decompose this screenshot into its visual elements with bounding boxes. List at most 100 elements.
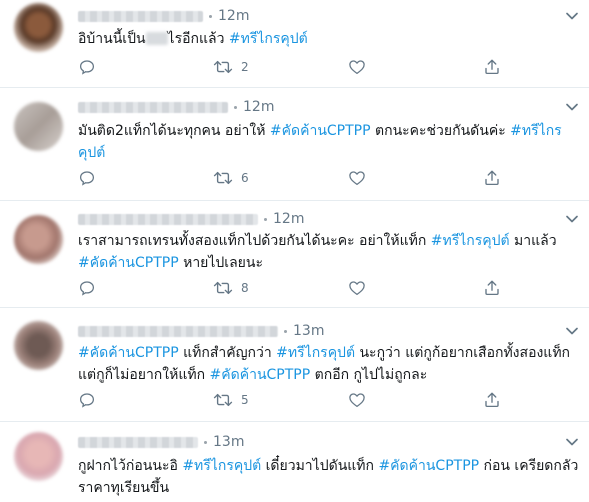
separator-dot (209, 14, 212, 18)
text-segment: ก่อน เครียดกลัว (479, 458, 579, 474)
retweet-icon (213, 169, 233, 187)
avatar[interactable] (14, 321, 63, 370)
tweet[interactable]: 12m อิบ้านนี้เป็น ไรอีกแล้ว #ทรีไกรคุปต์ 2 (0, 0, 589, 88)
like-icon (348, 279, 366, 297)
retweet-button[interactable]: 8 (213, 278, 249, 298)
text-segment: กูฝากไว้ก่อนนะอิ (78, 458, 183, 474)
tweet-text-line: #คัดค้านCPTPP แท็กสำคัญกว่า #ทรีไกรคุปต์… (78, 342, 578, 364)
tweet-time[interactable]: 13m (293, 323, 324, 339)
tweet-time[interactable]: 12m (273, 211, 304, 227)
tweet-actions: 5 (78, 390, 508, 410)
like-button[interactable] (348, 390, 366, 410)
text-segment: ตกอีก กูไปไม่ถูกละ (310, 367, 428, 383)
avatar[interactable] (14, 102, 63, 151)
tweet-text: #คัดค้านCPTPP แท็กสำคัญกว่า #ทรีไกรคุปต์… (78, 342, 578, 386)
redacted-author-name[interactable] (78, 325, 278, 337)
chevron-down-icon[interactable] (565, 100, 579, 114)
retweet-button[interactable]: 5 (213, 390, 249, 410)
tweet[interactable]: 13m กูฝากไว้ก่อนนะอิ #ทรีไกรคุปต์ เดี๋ยวม… (0, 422, 589, 502)
tweet-text-line: มันติด2แท็กได้นะทุกคน อย่าให้ #คัดค้านCP… (78, 120, 578, 142)
tweet[interactable]: 12m เราสามารถเทรนทั้งสองแท็กไปด้วยกันได้น… (0, 201, 589, 308)
tweet-actions: 2 (78, 57, 508, 77)
tweet-time[interactable]: 12m (218, 8, 249, 24)
redacted-author-name[interactable] (78, 10, 203, 22)
chevron-down-icon[interactable] (565, 9, 579, 23)
redacted-author-name[interactable] (78, 101, 228, 113)
share-button[interactable] (483, 278, 501, 298)
hashtag-link[interactable]: #คัดค้านCPTPP (78, 345, 179, 361)
avatar[interactable] (14, 215, 63, 264)
tweet-time[interactable]: 13m (213, 434, 244, 450)
hashtag-link[interactable]: #ทรีไกรคุปต์ (182, 458, 261, 474)
avatar[interactable] (14, 432, 63, 481)
text-segment: เราสามารถเทรนทั้งสองแท็กไปด้วยกันได้นะคะ… (78, 233, 431, 249)
separator-dot (234, 105, 237, 109)
tweet-text-line: กูฝากไว้ก่อนนะอิ #ทรีไกรคุปต์ เดี๋ยวมาไป… (78, 455, 578, 477)
reply-icon (78, 58, 96, 76)
redacted-author-name[interactable] (78, 436, 198, 448)
hashtag-link[interactable]: #ทรีไกรคุปต์ (431, 233, 510, 249)
tweet-text: เราสามารถเทรนทั้งสองแท็กไปด้วยกันได้นะคะ… (78, 230, 578, 274)
tweet-header: 12m (78, 97, 274, 117)
tweet-text-line: เราสามารถเทรนทั้งสองแท็กไปด้วยกันได้นะคะ… (78, 230, 578, 252)
retweet-icon (213, 391, 233, 409)
separator-dot (204, 440, 207, 444)
text-segment: มันติด2แท็กได้นะทุกคน อย่าให้ (78, 123, 270, 139)
text-segment: มาแล้ว (509, 233, 557, 249)
chevron-down-icon[interactable] (565, 212, 579, 226)
retweet-icon (213, 279, 233, 297)
separator-dot (264, 217, 267, 221)
hashtag-link[interactable]: #คัดค้านCPTPP (378, 458, 479, 474)
text-segment: ไรอีกแล้ว (167, 31, 229, 47)
share-button[interactable] (483, 390, 501, 410)
tweet[interactable]: 13m #คัดค้านCPTPP แท็กสำคัญกว่า #ทรีไกรคุ… (0, 308, 589, 422)
redacted-author-name[interactable] (78, 213, 258, 225)
text-segment: หายไปเลยนะ (178, 255, 263, 271)
tweet-text: กูฝากไว้ก่อนนะอิ #ทรีไกรคุปต์ เดี๋ยวมาไป… (78, 455, 578, 499)
hashtag-link[interactable]: #ทรีไกรคุปต์ (229, 31, 308, 47)
tweet-text-line: แต่กูก็ไม่อยากให้แท็ก #คัดค้านCPTPP ตกอี… (78, 364, 578, 386)
tweet-header: 13m (78, 321, 324, 341)
avatar[interactable] (14, 3, 63, 52)
reply-button[interactable] (78, 278, 96, 298)
share-button[interactable] (483, 168, 501, 188)
tweet-header: 12m (78, 209, 304, 229)
hashtag-link[interactable]: คุปต์ (78, 145, 105, 161)
reply-icon (78, 169, 96, 187)
reply-button[interactable] (78, 390, 96, 410)
retweet-button[interactable]: 6 (213, 168, 249, 188)
share-icon (483, 58, 501, 76)
text-segment: ราคาทุเรียนขึ้น (78, 480, 170, 496)
hashtag-link[interactable]: #คัดค้านCPTPP (78, 255, 179, 271)
tweet[interactable]: 12m มันติด2แท็กได้นะทุกคน อย่าให้ #คัดค้า… (0, 88, 589, 201)
tweet-text-line: ราคาทุเรียนขึ้น (78, 477, 578, 499)
chevron-down-icon[interactable] (565, 324, 579, 338)
like-icon (348, 58, 366, 76)
tweet-text-line: #คัดค้านCPTPP หายไปเลยนะ (78, 252, 578, 274)
redacted-word (145, 32, 168, 45)
reply-button[interactable] (78, 57, 96, 77)
retweet-count: 8 (241, 281, 249, 295)
tweet-header: 12m (78, 6, 249, 26)
like-icon (348, 391, 366, 409)
retweet-count: 6 (241, 171, 249, 185)
hashtag-link[interactable]: #ทรีไกร (510, 123, 562, 139)
tweet-actions: 6 (78, 168, 508, 188)
share-icon (483, 391, 501, 409)
like-button[interactable] (348, 278, 366, 298)
like-button[interactable] (348, 168, 366, 188)
tweet-time[interactable]: 12m (243, 99, 274, 115)
retweet-button[interactable]: 2 (213, 57, 249, 77)
hashtag-link[interactable]: #คัดค้านCPTPP (210, 367, 311, 383)
like-button[interactable] (348, 57, 366, 77)
reply-button[interactable] (78, 168, 96, 188)
share-button[interactable] (483, 57, 501, 77)
text-segment: แต่กูก็ไม่อยากให้แท็ก (78, 367, 210, 383)
text-segment: นะกูว่า แต่กูก้อยากเสือกทั้งสองแท็ก (355, 345, 571, 361)
hashtag-link[interactable]: #ทรีไกรคุปต์ (276, 345, 355, 361)
chevron-down-icon[interactable] (565, 435, 579, 449)
text-segment: เดี๋ยวมาไปดันแท็ก (261, 458, 379, 474)
tweet-actions: 8 (78, 278, 508, 298)
hashtag-link[interactable]: #คัดค้านCPTPP (270, 123, 371, 139)
reply-icon (78, 391, 96, 409)
